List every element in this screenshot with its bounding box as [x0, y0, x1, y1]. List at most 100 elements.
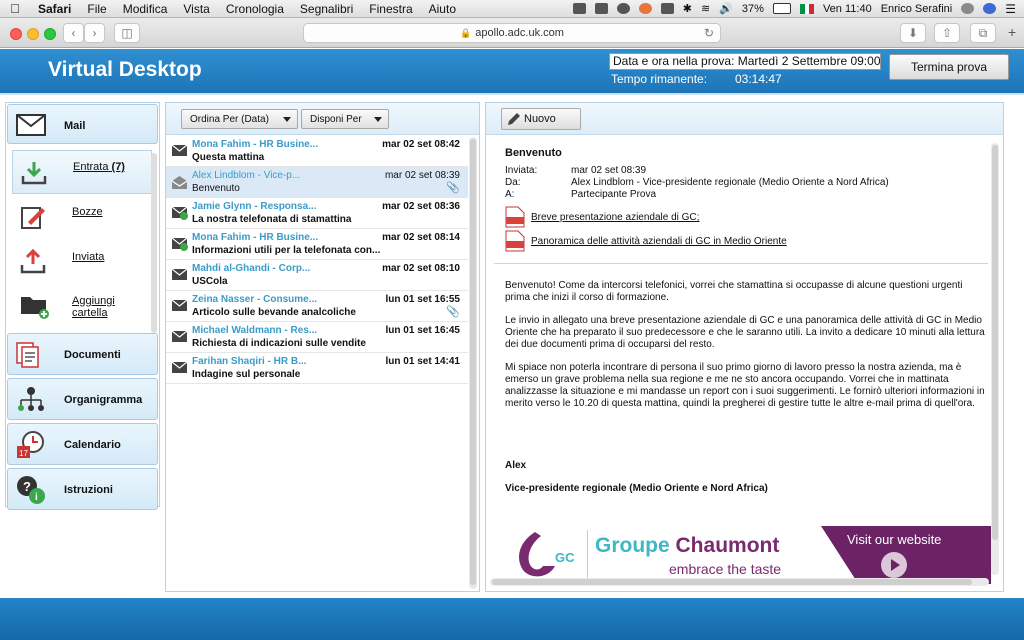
menu-segnalibri[interactable]: Segnalibri	[292, 2, 361, 16]
scrollbar-thumb[interactable]	[470, 139, 476, 585]
chevron-right-icon: ›	[92, 26, 97, 40]
mail-sent-row: Inviata: mar 02 set 08:39	[505, 165, 646, 176]
message-row[interactable]: Mona Fahim - HR Busine... mar 02 set 08:…	[166, 229, 468, 260]
arrange-by-dropdown[interactable]: Disponi Per	[301, 109, 389, 129]
message-row[interactable]: Mahdi al-Ghandi - Corp... mar 02 set 08:…	[166, 260, 468, 291]
message-list-panel: Ordina Per (Data) Disponi Per Mona Fahim…	[165, 102, 480, 592]
arrange-by-label: Disponi Per	[310, 113, 362, 125]
envelope-open-icon	[172, 176, 187, 189]
paperclip-icon: 📎	[446, 182, 460, 194]
help-info-icon: ? i	[17, 476, 45, 504]
menu-aiuto[interactable]: Aiuto	[421, 2, 464, 16]
nav-inbox[interactable]: Entrata (7)	[12, 150, 152, 194]
message-date: mar 02 set 08:14	[382, 232, 460, 243]
caret-down-icon	[283, 117, 291, 122]
message-list-scrollbar[interactable]	[469, 137, 477, 589]
nav-org-chart[interactable]: Organigramma	[7, 378, 158, 420]
wifi-icon[interactable]: ≋	[701, 2, 710, 15]
menu-file[interactable]: File	[79, 2, 114, 16]
nav-sent[interactable]: Inviata	[12, 241, 152, 285]
apple-menu-icon[interactable]: 	[0, 1, 30, 16]
share-button[interactable]: ⇧	[934, 23, 960, 43]
menubar-clock[interactable]: Ven 11:40	[823, 3, 872, 15]
app-header: Virtual Desktop Data e ora nella prova: …	[0, 49, 1024, 93]
nav-drafts[interactable]: Bozze	[12, 196, 152, 240]
message-sender: Mahdi al-Ghandi - Corp...	[192, 263, 311, 274]
message-subject: USCola	[192, 276, 228, 287]
window-zoom-button[interactable]	[44, 28, 56, 40]
message-row[interactable]: Jamie Glynn - Responsa... mar 02 set 08:…	[166, 198, 468, 229]
download-icon: ⬇	[907, 26, 919, 40]
menu-finestra[interactable]: Finestra	[361, 2, 420, 16]
shield-icon[interactable]	[594, 3, 608, 14]
battery-icon[interactable]	[772, 3, 791, 14]
nav-add-folder-label: Aggiungi cartella	[72, 295, 115, 319]
message-row-selected[interactable]: Alex Lindblom - Vice-p... mar 02 set 08:…	[166, 167, 468, 198]
menu-modifica[interactable]: Modifica	[115, 2, 176, 16]
new-tab-icon[interactable]: +	[1008, 24, 1016, 40]
envelope-closed-icon	[172, 362, 187, 373]
nav-instructions[interactable]: ? i Istruzioni	[7, 468, 158, 510]
reading-horizontal-scrollbar[interactable]	[490, 578, 989, 586]
inbox-download-icon	[21, 162, 47, 185]
notification-icon[interactable]	[638, 3, 652, 14]
spotlight-icon[interactable]	[961, 3, 975, 14]
to-label: A:	[505, 189, 515, 200]
nav-mail[interactable]: Mail	[7, 104, 158, 144]
nav-documents[interactable]: Documenti	[7, 333, 158, 375]
attachment-link[interactable]: Breve presentazione aziendale di GC;	[531, 212, 699, 223]
message-row[interactable]: Zeina Nasser - Consume... lun 01 set 16:…	[166, 291, 468, 322]
sent-label: Inviata:	[505, 165, 538, 176]
nav-org-chart-label: Organigramma	[64, 394, 143, 406]
sort-by-dropdown[interactable]: Ordina Per (Data)	[181, 109, 298, 129]
visit-website-button[interactable]: Visit our website	[821, 526, 991, 584]
back-button[interactable]: ‹	[63, 23, 84, 43]
bluetooth-icon[interactable]: ✱	[683, 2, 692, 15]
address-bar[interactable]: 🔒 apollo.adc.uk.com ↻	[303, 23, 721, 43]
forward-button[interactable]: ›	[84, 23, 105, 43]
menu-app-name[interactable]: Safari	[30, 2, 79, 16]
menu-vista[interactable]: Vista	[175, 2, 217, 16]
message-row[interactable]: Farihan Shaqiri - HR B... lun 01 set 14:…	[166, 353, 468, 384]
menubar-user[interactable]: Enrico Serafini	[881, 3, 953, 15]
window-close-button[interactable]	[10, 28, 22, 40]
extension-icon[interactable]	[616, 3, 630, 14]
message-date: mar 02 set 08:39	[384, 170, 460, 181]
visit-website-label: Visit our website	[847, 532, 942, 547]
nav-add-folder[interactable]: Aggiungi cartella	[12, 286, 152, 330]
new-message-button[interactable]: Nuovo	[501, 108, 581, 130]
volume-icon[interactable]: 🔊	[719, 2, 733, 15]
nav-scrollbar[interactable]	[151, 153, 157, 333]
reload-icon[interactable]: ↻	[704, 26, 714, 40]
scrollbar-thumb[interactable]	[492, 579, 972, 585]
url-text: apollo.adc.uk.com	[475, 27, 564, 39]
airplay-icon[interactable]	[660, 3, 674, 14]
message-row[interactable]: Mona Fahim - HR Busine... mar 02 set 08:…	[166, 136, 468, 167]
envelope-closed-icon	[172, 269, 187, 280]
menu-cronologia[interactable]: Cronologia	[218, 2, 292, 16]
dropbox-icon[interactable]	[572, 3, 586, 14]
message-date: lun 01 set 14:41	[385, 356, 460, 367]
downloads-button[interactable]: ⬇	[900, 23, 926, 43]
svg-text:i: i	[35, 492, 38, 503]
notification-center-icon[interactable]: ☰	[1005, 2, 1016, 16]
screen:  Safari File Modifica Vista Cronologia …	[0, 0, 1024, 640]
app-footer	[0, 598, 1024, 640]
message-row[interactable]: Michael Waldmann - Res... lun 01 set 16:…	[166, 322, 468, 353]
siri-icon[interactable]	[983, 3, 997, 14]
paperclip-icon: 📎	[446, 306, 460, 318]
battery-percent[interactable]: 37%	[742, 3, 764, 15]
scrollbar-thumb[interactable]	[992, 145, 998, 540]
nav-calendar[interactable]: 17 Calendario	[7, 423, 158, 465]
attachment-link[interactable]: Panoramica delle attività aziendali di G…	[531, 236, 787, 247]
window-minimize-button[interactable]	[27, 28, 39, 40]
documents-icon	[16, 342, 39, 368]
end-test-button[interactable]: Termina prova	[889, 54, 1009, 80]
mail-icon	[16, 114, 46, 136]
reading-vertical-scrollbar[interactable]	[991, 143, 999, 575]
mail-body: Benvenuto! Come da intercorsi telefonici…	[505, 280, 989, 421]
tabs-overview-button[interactable]: ⧉	[970, 23, 996, 43]
company-banner[interactable]: GC Groupe Chaumont embrace the taste Vis…	[505, 526, 991, 584]
sidebar-toggle-button[interactable]: ◫	[114, 23, 140, 43]
italy-flag-icon[interactable]	[799, 3, 814, 14]
